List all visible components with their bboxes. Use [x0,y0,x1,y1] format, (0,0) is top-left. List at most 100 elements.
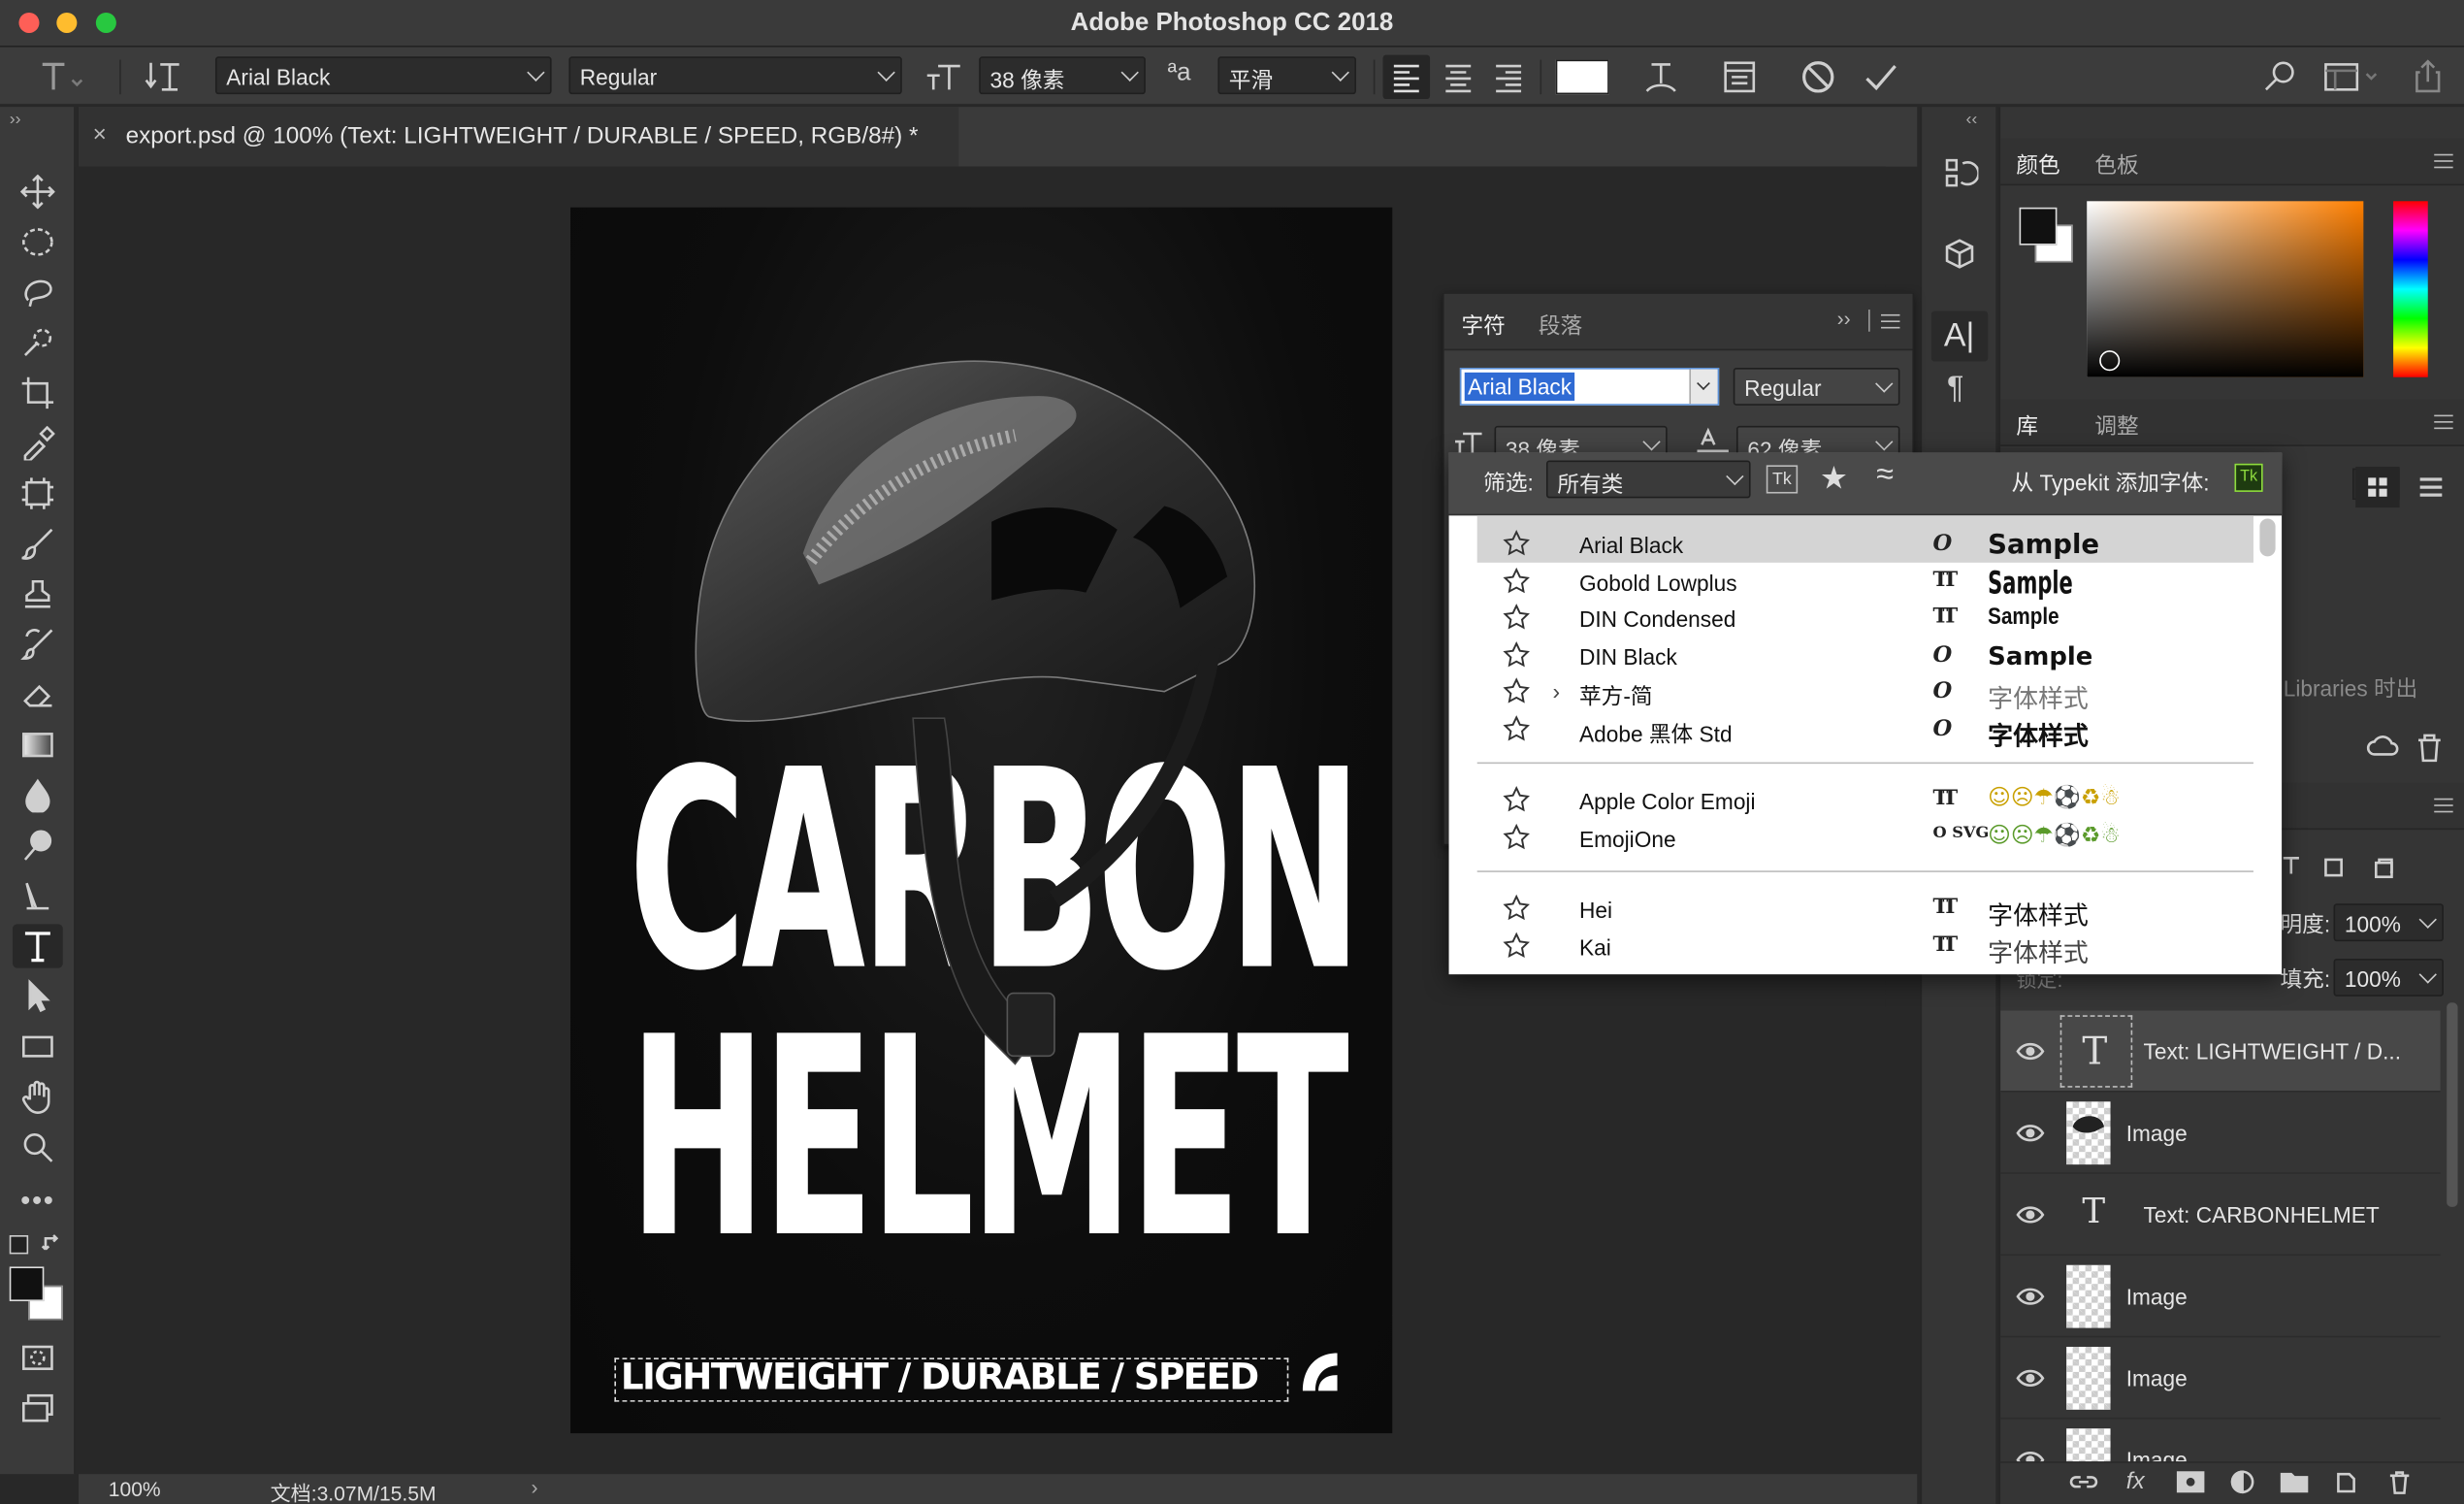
favorite-star-icon[interactable] [1503,931,1531,960]
history-brush-tool-icon[interactable] [13,622,63,666]
link-layers-icon[interactable] [2069,1471,2098,1493]
lock-artboard-icon[interactable] [2321,855,2347,880]
align-right-button[interactable] [1485,55,1533,99]
dodge-tool-icon[interactable] [13,824,63,867]
type-tool-icon[interactable] [38,60,85,95]
favorite-star-icon[interactable] [1503,785,1531,814]
commit-edit-icon[interactable] [1861,56,1901,97]
favorite-star-icon[interactable] [1503,714,1531,742]
new-layer-icon[interactable] [2334,1469,2359,1494]
lasso-tool-icon[interactable] [13,271,63,314]
favorite-star-icon[interactable] [1503,567,1531,595]
list-view-icon[interactable] [2413,467,2450,507]
font-size-select[interactable]: 38 像素 [979,56,1146,95]
font-list-item[interactable]: Adobe 黑体 Std O 字体样式 [1477,712,2253,750]
align-center-button[interactable] [1435,55,1482,99]
search-icon[interactable] [2259,58,2300,96]
gradient-tool-icon[interactable] [13,723,63,767]
favorite-star-icon[interactable] [1503,677,1531,705]
type-tool-button[interactable] [12,924,63,968]
library-trash-icon[interactable] [2415,733,2444,764]
tab-paragraph[interactable]: 段落 [1539,310,1582,341]
brush-tool-icon[interactable] [13,522,63,566]
warp-text-icon[interactable] [1640,56,1681,97]
font-menu-scrollbar[interactable] [2259,518,2276,557]
visibility-eye-icon[interactable] [2016,1042,2045,1061]
color-field[interactable] [2087,201,2364,377]
document-tab[interactable]: × export.psd @ 100% (Text: LIGHTWEIGHT /… [78,107,959,167]
char-font-family-dropdown[interactable] [1689,369,1718,405]
expand-family-icon[interactable]: › [1552,679,1560,704]
typekit-add-icon[interactable]: Tk [2234,463,2263,492]
layer-row[interactable]: T Text: LIGHTWEIGHT / D... [2000,1010,2441,1093]
visibility-eye-icon[interactable] [2016,1369,2045,1388]
workspace-icon[interactable] [2319,58,2383,96]
font-list-item[interactable]: Arial Black O Sample [1477,528,2253,564]
frame-tool-icon[interactable] [13,472,63,515]
close-tab-icon[interactable]: × [93,121,107,148]
font-family-select[interactable]: Arial Black [214,56,552,95]
character-panel-icon[interactable]: A| [1930,311,1989,362]
zoom-level[interactable]: 100% [109,1477,161,1500]
add-mask-icon[interactable] [2176,1471,2205,1493]
3d-panel-icon[interactable] [1941,236,1979,277]
char-font-family-input[interactable]: Arial Black [1459,367,1720,406]
font-list-item[interactable]: Hei TT 字体样式 [1477,893,2253,931]
visibility-eye-icon[interactable] [2016,1205,2045,1224]
lock-text-icon[interactable] [2280,855,2302,877]
favorite-star-icon[interactable] [1503,894,1531,923]
stamp-tool-icon[interactable] [13,572,63,616]
cloud-sync-icon[interactable] [2365,733,2400,761]
document-canvas[interactable]: CARBON HELMET LIGHTWEIGHT / DURABLE / SP… [570,207,1393,1434]
path-selection-tool-icon[interactable] [13,974,63,1018]
eraser-tool-icon[interactable] [13,672,63,716]
layer-effects-icon[interactable]: fx [2126,1468,2145,1495]
tab-character[interactable]: 字符 [1462,310,1506,341]
favorite-star-icon[interactable] [1503,640,1531,669]
favorite-star-icon[interactable] [1503,604,1531,632]
screen-mode-icon[interactable] [13,1386,63,1429]
share-icon[interactable] [2408,56,2448,97]
tab-adjustments[interactable]: 调整 [2094,410,2138,441]
more-tools-icon[interactable]: ••• [13,1179,63,1223]
marquee-tool-icon[interactable] [13,220,63,264]
align-left-button[interactable] [1382,54,1431,100]
cancel-edit-icon[interactable] [1798,56,1838,97]
layer-row[interactable]: Image [2000,1092,2441,1174]
rectangle-tool-icon[interactable] [13,1025,63,1068]
default-colors-icon[interactable] [9,1235,29,1255]
character-panel-menu-icon[interactable] [1881,313,1900,329]
similar-fonts-icon[interactable]: ≈ [1876,457,1894,493]
quick-selection-tool-icon[interactable] [13,320,63,364]
favorite-star-icon[interactable] [1503,529,1531,558]
tab-color[interactable]: 颜色 [2016,149,2059,180]
typekit-filter-icon[interactable]: Tk [1766,465,1799,494]
font-style-select[interactable]: Regular [568,56,902,95]
visibility-eye-icon[interactable] [2016,1124,2045,1142]
font-list-item[interactable]: DIN Black O Sample [1477,638,2253,674]
adjustment-layer-icon[interactable] [2230,1469,2255,1494]
blur-tool-icon[interactable] [13,773,63,817]
opacity-input[interactable]: 100% [2333,903,2444,942]
paragraph-panel-icon[interactable]: ¶ [1947,371,1963,407]
layer-row[interactable]: Image [2000,1256,2441,1338]
grid-view-icon[interactable] [2355,467,2400,508]
favorite-star-icon[interactable] [1503,823,1531,851]
panel-expand-icon[interactable]: ›› [1837,307,1851,330]
history-panel-icon[interactable] [1941,154,1979,195]
move-tool-icon[interactable] [13,170,63,213]
visibility-eye-icon[interactable] [2016,1287,2045,1305]
tagline-text[interactable]: LIGHTWEIGHT / DURABLE / SPEED [621,1357,1259,1398]
library-panel-menu-icon[interactable] [2434,414,2453,430]
font-list-item[interactable]: EmojiOne O SVG ☺☹☂⚽♻☃ [1477,821,2253,857]
pen-tool-icon[interactable] [13,873,63,917]
eyedropper-tool-icon[interactable] [13,421,63,465]
swap-colors-icon[interactable] [41,1232,63,1255]
zoom-tool-icon[interactable] [13,1126,63,1169]
lock-smart-object-icon[interactable] [2371,855,2396,880]
delete-layer-icon[interactable] [2387,1469,2413,1494]
character-panel-toggle-icon[interactable] [1719,56,1760,97]
layer-row[interactable]: Image [2000,1419,2441,1467]
status-menu-arrow-icon[interactable]: › [532,1476,538,1499]
fill-input[interactable]: 100% [2333,958,2444,997]
